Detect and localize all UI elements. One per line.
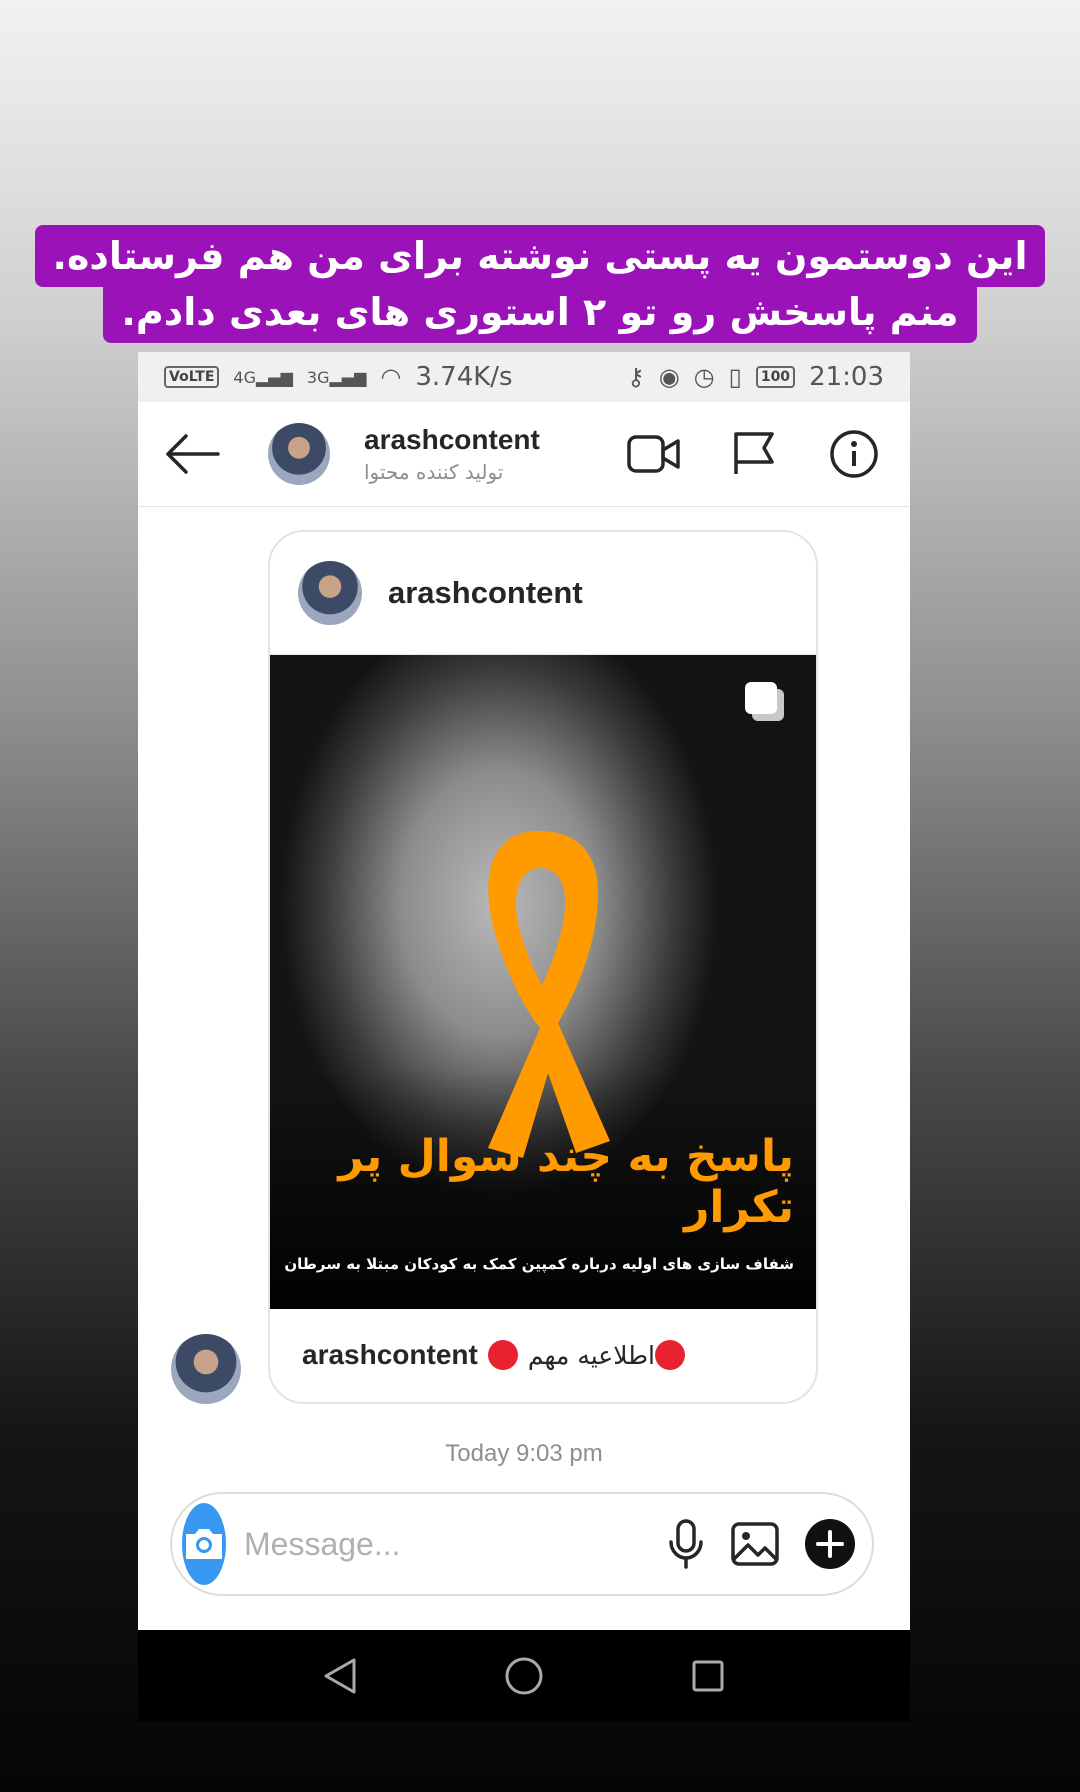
eye-icon: ◉: [658, 363, 680, 391]
post-caption-text: اطلاعیه مهم: [527, 1340, 655, 1370]
nav-recents-icon[interactable]: [678, 1646, 738, 1706]
sender-avatar[interactable]: [171, 1334, 241, 1404]
caption-line-1: این دوستمون یه پستی نوشته برای من هم فرس…: [0, 225, 1080, 287]
post-image[interactable]: پاسخ به چند سوال پر تکرار شفاف سازی های …: [270, 655, 816, 1309]
red-circle-icon: [487, 1340, 518, 1370]
ribbon-icon: [488, 831, 610, 1158]
message-input[interactable]: [242, 1524, 666, 1564]
message-timestamp: Today 9:03 pm: [445, 1440, 603, 1467]
post-username: arashcontent: [388, 575, 583, 610]
chat-header: arashcontent تولید کننده محتوا: [138, 402, 910, 507]
video-camera-icon[interactable]: [622, 422, 686, 486]
flag-icon[interactable]: [722, 422, 786, 486]
volte-badge: VoLTE: [164, 366, 220, 388]
post-avatar: [298, 561, 362, 625]
carousel-icon: [745, 682, 784, 721]
wifi-icon: ◠: [380, 363, 402, 391]
phone-screenshot: VoLTE 4G▂▄▆ 3G▂▄▆ ◠ 3.74K/s ⚷ ◉ ◷ ▯ 100 …: [138, 352, 910, 1722]
caption-line-2: منم پاسخش رو تو ۲ استوری های بعدی دادم.: [0, 281, 1080, 343]
arrow-left-icon[interactable]: [162, 424, 222, 484]
vibrate-icon: ▯: [728, 363, 742, 391]
post-image-title: پاسخ به چند سوال پر تکرار: [338, 1131, 794, 1233]
battery-icon: 100: [755, 366, 796, 388]
post-image-subtitle: شفاف سازی های اولیه درباره کمپین کمک به …: [284, 1255, 794, 1273]
network-speed: 3.74K/s: [415, 362, 513, 392]
microphone-icon[interactable]: [666, 1514, 706, 1574]
nav-back-icon[interactable]: [310, 1646, 370, 1706]
camera-icon[interactable]: [182, 1503, 226, 1585]
plus-icon[interactable]: [804, 1514, 856, 1574]
status-bar: VoLTE 4G▂▄▆ 3G▂▄▆ ◠ 3.74K/s ⚷ ◉ ◷ ▯ 100 …: [138, 352, 910, 402]
signal-3g-icon: 3G▂▄▆: [306, 367, 367, 387]
header-username: arashcontent: [364, 424, 540, 455]
story-caption: این دوستمون یه پستی نوشته برای من هم فرس…: [0, 225, 1080, 343]
post-caption[interactable]: arashcontent اطلاعیه مهم: [270, 1309, 816, 1401]
post-caption-author: arashcontent: [302, 1339, 478, 1370]
chat-title[interactable]: arashcontent تولید کننده محتوا: [364, 424, 586, 484]
shared-post[interactable]: arashcontent پاسخ به چند سوال پر تکرار ش…: [268, 530, 818, 1404]
clock: 21:03: [809, 362, 884, 392]
alarm-icon: ◷: [693, 363, 715, 391]
key-icon: ⚷: [627, 363, 645, 391]
image-icon[interactable]: [730, 1514, 780, 1574]
message-composer: [170, 1492, 874, 1596]
post-header[interactable]: arashcontent: [270, 532, 816, 655]
android-nav-bar: [138, 1630, 910, 1722]
info-icon[interactable]: [822, 422, 886, 486]
avatar[interactable]: [268, 423, 330, 485]
nav-home-icon[interactable]: [494, 1646, 554, 1706]
header-subtitle: تولید کننده محتوا: [364, 460, 504, 484]
red-circle-icon: [654, 1340, 685, 1370]
signal-4g-icon: 4G▂▄▆: [233, 367, 293, 387]
